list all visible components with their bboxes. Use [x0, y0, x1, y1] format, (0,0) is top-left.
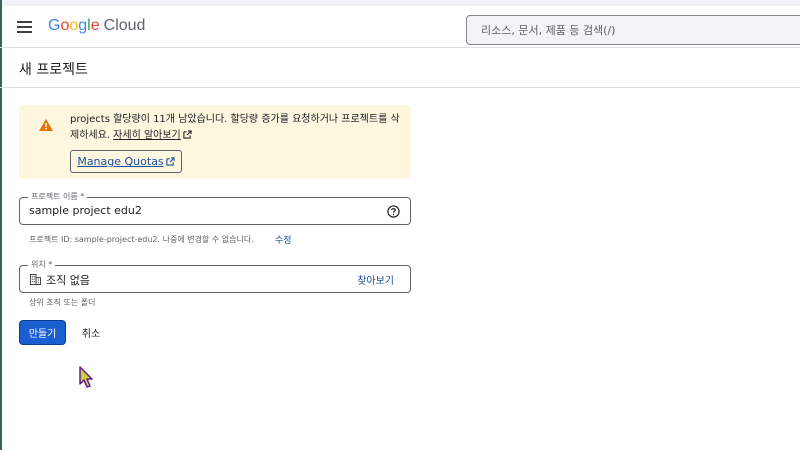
page-title-bar: 새 프로젝트	[0, 48, 800, 88]
hamburger-menu-icon[interactable]	[12, 15, 36, 39]
external-link-icon	[183, 130, 192, 139]
help-icon[interactable]	[387, 205, 400, 218]
cancel-button[interactable]: 취소	[73, 320, 109, 345]
cloud-wordmark: Cloud	[103, 17, 146, 34]
building-icon	[30, 274, 41, 285]
edit-project-id-link[interactable]: 수정	[275, 233, 292, 246]
location-field[interactable]: 위치 * 조직 없음 찾아보기	[19, 259, 411, 293]
mouse-cursor-icon	[79, 366, 93, 388]
location-value: 조직 없음	[46, 274, 90, 287]
search-bar[interactable]: 리소스, 문서, 제품 등 검색(/)	[466, 15, 800, 45]
browse-button[interactable]: 찾아보기	[357, 272, 394, 287]
google-cloud-logo[interactable]: Google Cloud	[48, 17, 145, 35]
search-placeholder: 리소스, 문서, 제품 등 검색(/)	[481, 24, 616, 37]
top-app-bar: Google Cloud 리소스, 문서, 제품 등 검색(/)	[0, 6, 800, 48]
project-name-field[interactable]: 프로젝트 이름 *	[19, 191, 411, 225]
location-hint: 상위 조직 또는 폴더	[29, 298, 96, 307]
page-title: 새 프로젝트	[19, 62, 88, 78]
warning-icon	[39, 119, 53, 131]
manage-quotas-label: Manage Quotas	[77, 155, 164, 168]
project-name-input[interactable]	[29, 204, 359, 217]
external-link-icon	[166, 157, 175, 166]
google-wordmark: Google	[48, 17, 100, 34]
create-button[interactable]: 만들기	[19, 320, 66, 345]
alert-message: projects 할당량이 11개 남았습니다. 할당량 증가를 요청하거나 프…	[70, 112, 405, 144]
learn-more-link[interactable]: 자세히 알아보기	[113, 130, 181, 141]
project-id-hint: 프로젝트 ID: sample-project-edu2. 나중에 변경할 수 …	[29, 235, 254, 244]
manage-quotas-button[interactable]: Manage Quotas	[70, 150, 182, 173]
project-name-label: 프로젝트 이름 *	[28, 191, 88, 203]
location-label: 위치 *	[28, 259, 56, 271]
quota-alert: projects 할당량이 11개 남았습니다. 할당량 증가를 요청하거나 프…	[19, 105, 411, 179]
